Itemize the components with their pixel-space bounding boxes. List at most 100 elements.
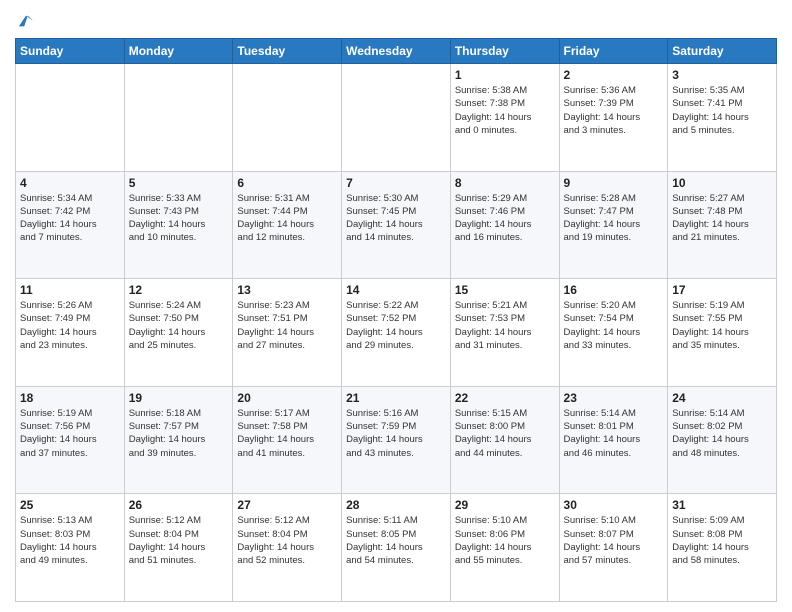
day-info: Sunrise: 5:21 AM Sunset: 7:53 PM Dayligh… — [455, 299, 555, 352]
day-number: 23 — [564, 391, 664, 405]
day-info: Sunrise: 5:09 AM Sunset: 8:08 PM Dayligh… — [672, 514, 772, 567]
day-info: Sunrise: 5:12 AM Sunset: 8:04 PM Dayligh… — [129, 514, 229, 567]
calendar-cell: 17 Sunrise: 5:19 AM Sunset: 7:55 PM Dayli… — [668, 279, 777, 387]
calendar-cell: 28 Sunrise: 5:11 AM Sunset: 8:05 PM Dayli… — [342, 494, 451, 602]
day-info: Sunrise: 5:23 AM Sunset: 7:51 PM Dayligh… — [237, 299, 337, 352]
day-info: Sunrise: 5:12 AM Sunset: 8:04 PM Dayligh… — [237, 514, 337, 567]
day-of-week-header: Wednesday — [342, 39, 451, 64]
day-number: 11 — [20, 283, 120, 297]
day-info: Sunrise: 5:33 AM Sunset: 7:43 PM Dayligh… — [129, 192, 229, 245]
day-info: Sunrise: 5:17 AM Sunset: 7:58 PM Dayligh… — [237, 407, 337, 460]
day-info: Sunrise: 5:10 AM Sunset: 8:07 PM Dayligh… — [564, 514, 664, 567]
day-info: Sunrise: 5:14 AM Sunset: 8:02 PM Dayligh… — [672, 407, 772, 460]
calendar-cell — [342, 64, 451, 172]
calendar-cell: 6 Sunrise: 5:31 AM Sunset: 7:44 PM Daylig… — [233, 171, 342, 279]
calendar-cell: 29 Sunrise: 5:10 AM Sunset: 8:06 PM Dayli… — [450, 494, 559, 602]
calendar-cell: 23 Sunrise: 5:14 AM Sunset: 8:01 PM Dayli… — [559, 386, 668, 494]
day-info: Sunrise: 5:38 AM Sunset: 7:38 PM Dayligh… — [455, 84, 555, 137]
day-number: 4 — [20, 176, 120, 190]
day-info: Sunrise: 5:26 AM Sunset: 7:49 PM Dayligh… — [20, 299, 120, 352]
day-number: 22 — [455, 391, 555, 405]
calendar-header-row: SundayMondayTuesdayWednesdayThursdayFrid… — [16, 39, 777, 64]
day-info: Sunrise: 5:16 AM Sunset: 7:59 PM Dayligh… — [346, 407, 446, 460]
calendar-week-row: 25Sunrise: 5:13 AM Sunset: 8:03 PM Dayli… — [16, 494, 777, 602]
day-number: 8 — [455, 176, 555, 190]
day-number: 31 — [672, 498, 772, 512]
day-number: 30 — [564, 498, 664, 512]
day-info: Sunrise: 5:19 AM Sunset: 7:56 PM Dayligh… — [20, 407, 120, 460]
calendar-week-row: 4Sunrise: 5:34 AM Sunset: 7:42 PM Daylig… — [16, 171, 777, 279]
calendar-cell: 30 Sunrise: 5:10 AM Sunset: 8:07 PM Dayli… — [559, 494, 668, 602]
day-of-week-header: Sunday — [16, 39, 125, 64]
day-number: 1 — [455, 68, 555, 82]
calendar-cell: 5 Sunrise: 5:33 AM Sunset: 7:43 PM Daylig… — [124, 171, 233, 279]
day-number: 7 — [346, 176, 446, 190]
day-number: 14 — [346, 283, 446, 297]
day-info: Sunrise: 5:31 AM Sunset: 7:44 PM Dayligh… — [237, 192, 337, 245]
day-info: Sunrise: 5:10 AM Sunset: 8:06 PM Dayligh… — [455, 514, 555, 567]
day-number: 6 — [237, 176, 337, 190]
day-info: Sunrise: 5:19 AM Sunset: 7:55 PM Dayligh… — [672, 299, 772, 352]
day-info: Sunrise: 5:13 AM Sunset: 8:03 PM Dayligh… — [20, 514, 120, 567]
day-number: 20 — [237, 391, 337, 405]
day-of-week-header: Monday — [124, 39, 233, 64]
calendar-cell: 22 Sunrise: 5:15 AM Sunset: 8:00 PM Dayli… — [450, 386, 559, 494]
calendar-cell: 24Sunrise: 5:14 AM Sunset: 8:02 PM Dayli… — [668, 386, 777, 494]
day-info: Sunrise: 5:24 AM Sunset: 7:50 PM Dayligh… — [129, 299, 229, 352]
calendar-cell: 19Sunrise: 5:18 AM Sunset: 7:57 PM Dayli… — [124, 386, 233, 494]
calendar-cell: 1 Sunrise: 5:38 AM Sunset: 7:38 PM Daylig… — [450, 64, 559, 172]
day-info: Sunrise: 5:20 AM Sunset: 7:54 PM Dayligh… — [564, 299, 664, 352]
calendar-cell — [233, 64, 342, 172]
day-info: Sunrise: 5:30 AM Sunset: 7:45 PM Dayligh… — [346, 192, 446, 245]
day-number: 29 — [455, 498, 555, 512]
calendar-table: SundayMondayTuesdayWednesdayThursdayFrid… — [15, 38, 777, 602]
day-number: 27 — [237, 498, 337, 512]
calendar-cell — [124, 64, 233, 172]
day-info: Sunrise: 5:15 AM Sunset: 8:00 PM Dayligh… — [455, 407, 555, 460]
day-number: 28 — [346, 498, 446, 512]
day-info: Sunrise: 5:35 AM Sunset: 7:41 PM Dayligh… — [672, 84, 772, 137]
day-info: Sunrise: 5:27 AM Sunset: 7:48 PM Dayligh… — [672, 192, 772, 245]
day-number: 5 — [129, 176, 229, 190]
day-number: 17 — [672, 283, 772, 297]
calendar-cell: 27 Sunrise: 5:12 AM Sunset: 8:04 PM Dayli… — [233, 494, 342, 602]
header — [15, 10, 777, 30]
calendar-cell: 7 Sunrise: 5:30 AM Sunset: 7:45 PM Daylig… — [342, 171, 451, 279]
calendar-cell: 2 Sunrise: 5:36 AM Sunset: 7:39 PM Daylig… — [559, 64, 668, 172]
page: SundayMondayTuesdayWednesdayThursdayFrid… — [0, 0, 792, 612]
calendar-cell: 20 Sunrise: 5:17 AM Sunset: 7:58 PM Dayli… — [233, 386, 342, 494]
day-number: 26 — [129, 498, 229, 512]
day-info: Sunrise: 5:11 AM Sunset: 8:05 PM Dayligh… — [346, 514, 446, 567]
day-number: 15 — [455, 283, 555, 297]
day-number: 2 — [564, 68, 664, 82]
day-number: 21 — [346, 391, 446, 405]
day-number: 18 — [20, 391, 120, 405]
day-info: Sunrise: 5:14 AM Sunset: 8:01 PM Dayligh… — [564, 407, 664, 460]
day-number: 16 — [564, 283, 664, 297]
calendar-cell — [16, 64, 125, 172]
day-info: Sunrise: 5:28 AM Sunset: 7:47 PM Dayligh… — [564, 192, 664, 245]
logo-text — [15, 14, 35, 30]
calendar-cell: 31 Sunrise: 5:09 AM Sunset: 8:08 PM Dayli… — [668, 494, 777, 602]
calendar-cell: 14Sunrise: 5:22 AM Sunset: 7:52 PM Dayli… — [342, 279, 451, 387]
day-number: 3 — [672, 68, 772, 82]
calendar-cell: 4Sunrise: 5:34 AM Sunset: 7:42 PM Daylig… — [16, 171, 125, 279]
day-info: Sunrise: 5:36 AM Sunset: 7:39 PM Dayligh… — [564, 84, 664, 137]
calendar-cell: 16 Sunrise: 5:20 AM Sunset: 7:54 PM Dayli… — [559, 279, 668, 387]
day-number: 13 — [237, 283, 337, 297]
calendar-cell: 15 Sunrise: 5:21 AM Sunset: 7:53 PM Dayli… — [450, 279, 559, 387]
calendar-cell: 11 Sunrise: 5:26 AM Sunset: 7:49 PM Dayli… — [16, 279, 125, 387]
day-of-week-header: Saturday — [668, 39, 777, 64]
calendar-cell: 9Sunrise: 5:28 AM Sunset: 7:47 PM Daylig… — [559, 171, 668, 279]
day-of-week-header: Tuesday — [233, 39, 342, 64]
day-number: 12 — [129, 283, 229, 297]
calendar-cell: 8 Sunrise: 5:29 AM Sunset: 7:46 PM Daylig… — [450, 171, 559, 279]
calendar-cell: 13 Sunrise: 5:23 AM Sunset: 7:51 PM Dayli… — [233, 279, 342, 387]
day-of-week-header: Friday — [559, 39, 668, 64]
calendar-week-row: 1 Sunrise: 5:38 AM Sunset: 7:38 PM Daylig… — [16, 64, 777, 172]
logo-icon — [17, 12, 35, 30]
day-info: Sunrise: 5:29 AM Sunset: 7:46 PM Dayligh… — [455, 192, 555, 245]
calendar-week-row: 18 Sunrise: 5:19 AM Sunset: 7:56 PM Dayli… — [16, 386, 777, 494]
calendar-cell: 21 Sunrise: 5:16 AM Sunset: 7:59 PM Dayli… — [342, 386, 451, 494]
calendar-cell: 3 Sunrise: 5:35 AM Sunset: 7:41 PM Daylig… — [668, 64, 777, 172]
